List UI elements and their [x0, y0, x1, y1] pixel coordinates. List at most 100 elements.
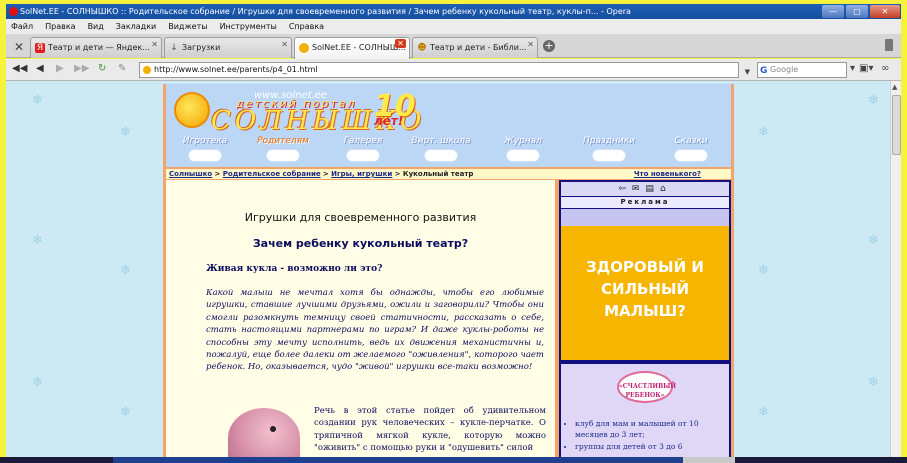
snowflake-icon: ❄	[758, 405, 769, 420]
cloud-icon	[674, 149, 708, 162]
scrollbar-thumb[interactable]	[892, 95, 901, 155]
cloud-icon	[506, 149, 540, 162]
search-field[interactable]: G Google	[757, 62, 847, 78]
page-tools: ⇦✉▤⌂	[561, 182, 729, 196]
nav-holidays[interactable]: Праздники	[577, 136, 641, 166]
promo-block: «СЧАСТЛИВЫЙ РЕБЕНОК» клуб для мам и малы…	[561, 364, 729, 463]
forward-icon[interactable]: ▶	[56, 63, 64, 74]
trash-icon[interactable]	[885, 39, 893, 51]
cloud-icon	[346, 149, 380, 162]
nav-magazine[interactable]: Журнал	[491, 136, 555, 166]
ad-banner[interactable]: ЗДОРОВЫЙ И СИЛЬНЫЙ МАЛЫШ?	[561, 226, 729, 360]
close-button[interactable]: ✕	[870, 5, 900, 18]
tab-downloads[interactable]: ↓ Загрузки ✕	[164, 37, 292, 58]
logo-years-label: лет!	[374, 114, 404, 128]
breadcrumb: Солнышко > Родительское собрание > Игры,…	[166, 169, 731, 179]
nav-tales[interactable]: Сказки	[659, 136, 723, 166]
yandex-icon: Я	[35, 43, 45, 53]
maximize-button[interactable]: ▢	[846, 5, 868, 18]
tab-close-icon[interactable]: ✕	[151, 38, 158, 55]
vertical-scrollbar[interactable]: ▲	[890, 81, 901, 463]
site-favicon-icon	[143, 66, 151, 74]
article-heading: Игрушки для своевременного развития	[244, 211, 477, 224]
breadcrumb-games[interactable]: Игры, игрушки	[331, 170, 392, 178]
nav-parents[interactable]: Родителям	[251, 136, 315, 166]
puppet-eye	[270, 426, 276, 432]
back-icon[interactable]: ◀	[36, 63, 44, 74]
article: Игрушки для своевременного развития Заче…	[166, 180, 555, 463]
taskbar-strip	[0, 457, 907, 463]
ad-label: Реклама	[561, 197, 729, 208]
menu-tools[interactable]: Инструменты	[220, 19, 277, 34]
nav-gallery[interactable]: Галерея	[331, 136, 395, 166]
site-container: www.solnet.ee детский портал СОЛНЫШКО 10…	[163, 84, 734, 463]
sun-logo-icon	[174, 92, 210, 128]
nav-label: Галерея	[343, 136, 383, 146]
search-dropdown-icon[interactable]: ▾	[850, 63, 855, 74]
happy-child-logo[interactable]: «СЧАСТЛИВЫЙ РЕБЕНОК»	[617, 371, 676, 403]
address-field[interactable]: http://www.solnet.ee/parents/p4_01.html …	[139, 62, 750, 78]
promo-list: клуб для мам и малышей от 10 месяцев до …	[575, 418, 725, 453]
rewind-icon[interactable]: ◀◀	[12, 63, 27, 74]
menu-bookmarks[interactable]: Закладки	[116, 19, 156, 34]
tab-theatre[interactable]: ☻ Театр и дети - Библи... ✕	[412, 37, 538, 58]
menu-help[interactable]: Справка	[289, 19, 324, 34]
fast-forward-icon[interactable]: ▶▶	[74, 63, 89, 74]
taskbar-window	[113, 457, 683, 463]
breadcrumb-current: Кукольный театр	[402, 170, 474, 178]
snowflake-icon: ❄	[120, 125, 131, 140]
breadcrumb-separator: >	[394, 170, 403, 178]
search-placeholder: Google	[770, 65, 799, 74]
opera-unite-icon[interactable]: ∞	[881, 63, 889, 74]
download-icon: ↓	[170, 43, 178, 53]
back-arrow-icon[interactable]: ⇦	[618, 184, 632, 194]
nav-virtual-school[interactable]: Вирт. школа	[409, 136, 473, 166]
article-intro: Какой малыш не мечтал хотя бы однажды, ч…	[206, 288, 544, 373]
scroll-up-icon[interactable]: ▲	[892, 83, 897, 91]
title-bar: SolNet.EE - СОЛНЫШКО :: Родительское соб…	[6, 4, 901, 19]
edit-icon[interactable]: ✎	[118, 63, 126, 74]
whats-new-link[interactable]: Что новенького?	[634, 169, 701, 179]
navigation-toolbar: ◀◀ ◀ ▶ ▶▶ ↻ ✎ http://www.solnet.ee/paren…	[6, 59, 901, 81]
menu-bar: Файл Правка Вид Закладки Виджеты Инструм…	[6, 19, 901, 34]
menu-file[interactable]: Файл	[11, 19, 33, 34]
address-url: http://www.solnet.ee/parents/p4_01.html	[154, 65, 318, 74]
puppet-image	[228, 408, 300, 463]
tab-yandex[interactable]: Я Театр и дети — Яндек... ✕	[30, 37, 162, 58]
tab-label: Загрузки	[182, 43, 221, 52]
breadcrumb-home[interactable]: Солнышко	[169, 170, 212, 178]
snowflake-icon: ❄	[32, 233, 43, 248]
site-banner: www.solnet.ee детский портал СОЛНЫШКО 10…	[166, 84, 731, 167]
browser-window: SolNet.EE - СОЛНЫШКО :: Родительское соб…	[0, 0, 907, 463]
new-tab-button[interactable]: +	[543, 40, 555, 52]
list-item[interactable]: клуб для мам и малышей от 10 месяцев до …	[575, 418, 725, 440]
zoom-icon[interactable]: ▣▾	[859, 63, 873, 74]
cloud-icon	[266, 149, 300, 162]
snowflake-icon: ❄	[120, 263, 131, 278]
cloud-icon	[424, 149, 458, 162]
reload-icon[interactable]: ↻	[98, 63, 106, 74]
menu-view[interactable]: Вид	[88, 19, 104, 34]
list-item[interactable]: группы для детей от 3 до 6	[575, 441, 725, 452]
cloud-icon	[188, 149, 222, 162]
address-dropdown-icon[interactable]: ▼	[745, 65, 750, 79]
masks-icon: ☻	[417, 43, 427, 53]
tab-close-icon[interactable]: ✕	[281, 38, 288, 55]
print-icon[interactable]: ▤	[645, 184, 660, 194]
tab-solnet[interactable]: SolNet.EE - СОЛНЫШ... ✕	[294, 37, 410, 59]
tab-close-icon[interactable]: ✕	[527, 38, 534, 55]
tools-icon[interactable]: ✕	[14, 40, 24, 54]
menu-edit[interactable]: Правка	[45, 19, 75, 34]
sidebar: ⇦✉▤⌂ Реклама ЗДОРОВЫЙ И СИЛЬНЫЙ МАЛЫШ? «…	[559, 180, 731, 463]
mail-icon[interactable]: ✉	[632, 184, 646, 194]
section-title: Живая кукла - возможно ли это?	[206, 264, 383, 274]
nav-games[interactable]: Игротека	[173, 136, 237, 166]
tab-close-icon[interactable]: ✕	[395, 39, 406, 48]
menu-widgets[interactable]: Виджеты	[168, 19, 207, 34]
nav-label: Игротека	[182, 136, 228, 146]
page-viewport: ❄ ❄ ❄ ❄ ❄ ❄ ❄ ❄ ❄ ❄ ❄ ❄ www.solnet.ee де…	[6, 81, 890, 463]
tab-label: Театр и дети — Яндек...	[48, 43, 150, 52]
minimize-button[interactable]: —	[822, 5, 844, 18]
breadcrumb-parents[interactable]: Родительское собрание	[223, 170, 321, 178]
home-icon[interactable]: ⌂	[660, 184, 672, 194]
